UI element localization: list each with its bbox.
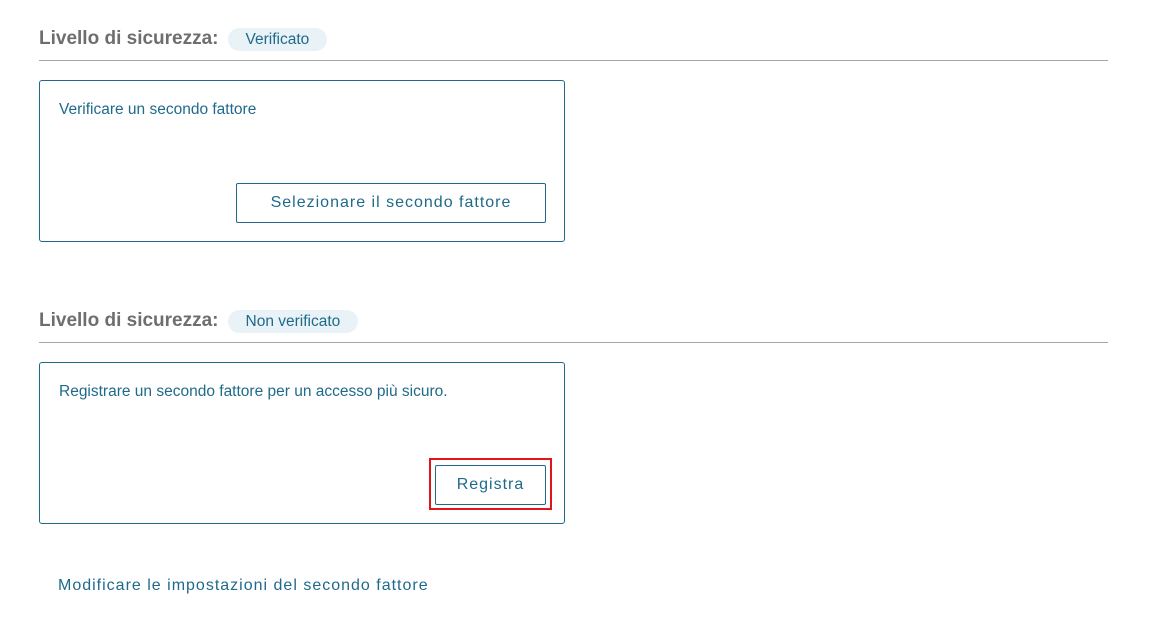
select-second-factor-button[interactable]: Selezionare il secondo fattore [236,183,546,223]
security-level-label: Livello di sicurezza: [39,310,219,331]
section-header: Livello di sicurezza: Verificato [39,27,1108,61]
register-button[interactable]: Registra [435,465,546,505]
modify-second-factor-settings-link[interactable]: Modificare le impostazioni del secondo f… [58,577,429,595]
second-factor-card-verified: Verificare un secondo fattore Selezionar… [39,80,565,242]
section-header: Livello di sicurezza: Non verificato [39,309,1108,343]
security-level-label: Livello di sicurezza: [39,28,219,49]
status-badge: Verificato [227,28,328,51]
status-badge: Non verificato [227,310,359,333]
card-description: Registrare un secondo fattore per un acc… [59,383,448,400]
security-level-section-unverified: Livello di sicurezza: Non verificato [39,309,1108,343]
security-level-section-verified: Livello di sicurezza: Verificato [39,27,1108,61]
card-description: Verificare un secondo fattore [59,101,257,118]
second-factor-card-unverified: Registrare un secondo fattore per un acc… [39,362,565,524]
